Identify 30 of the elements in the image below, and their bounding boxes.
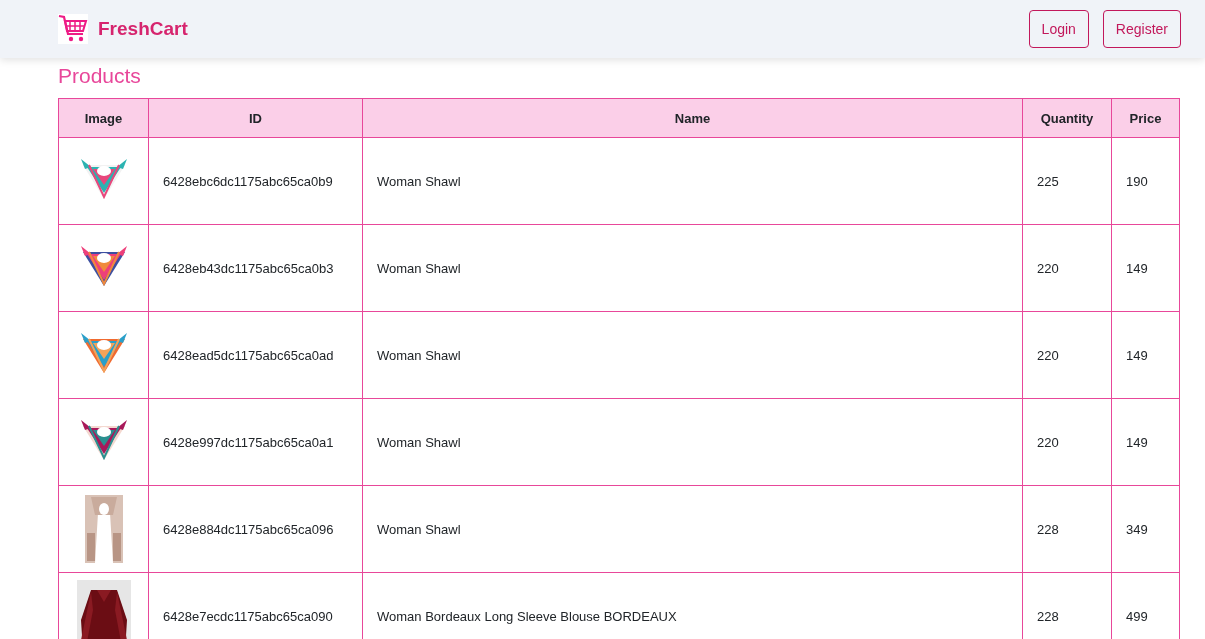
shopping-cart-icon[interactable]	[58, 14, 88, 44]
table-cell: 349	[1111, 485, 1180, 573]
table-cell: 149	[1111, 398, 1180, 486]
column-header: Name	[362, 98, 1023, 138]
page-title: Products	[58, 63, 142, 89]
column-header: Image	[58, 98, 149, 138]
table-cell: 220	[1022, 398, 1112, 486]
table-cell: 190	[1111, 137, 1180, 225]
column-header: Quantity	[1022, 98, 1112, 138]
table-cell: 149	[1111, 224, 1180, 312]
table-cell: Woman Shawl	[362, 311, 1023, 399]
nav-button[interactable]: Login	[1028, 10, 1089, 48]
table-cell: 149	[1111, 311, 1180, 399]
table-cell: Woman Shawl	[362, 485, 1023, 573]
table-cell: Woman Shawl	[362, 137, 1023, 225]
table-cell: 6428e997dc1175abc65ca0a1	[148, 398, 363, 486]
table-cell: 6428ead5dc1175abc65ca0ad	[148, 311, 363, 399]
table-cell: 220	[1022, 311, 1112, 399]
table-cell: 6428ebc6dc1175abc65ca0b9	[148, 137, 363, 225]
table-cell: Woman Shawl	[362, 398, 1023, 486]
column-header: Price	[1111, 98, 1180, 138]
table-cell: 6428eb43dc1175abc65ca0b3	[148, 224, 363, 312]
table-cell: Woman Shawl	[362, 224, 1023, 312]
table-cell: 228	[1022, 485, 1112, 573]
table-cell: 220	[1022, 224, 1112, 312]
nav-button[interactable]: Register	[1102, 10, 1181, 48]
column-header: ID	[148, 98, 363, 138]
table-cell: 225	[1022, 137, 1112, 225]
table-cell: 6428e884dc1175abc65ca096	[148, 485, 363, 573]
brand-name[interactable]: FreshCart	[98, 18, 188, 40]
